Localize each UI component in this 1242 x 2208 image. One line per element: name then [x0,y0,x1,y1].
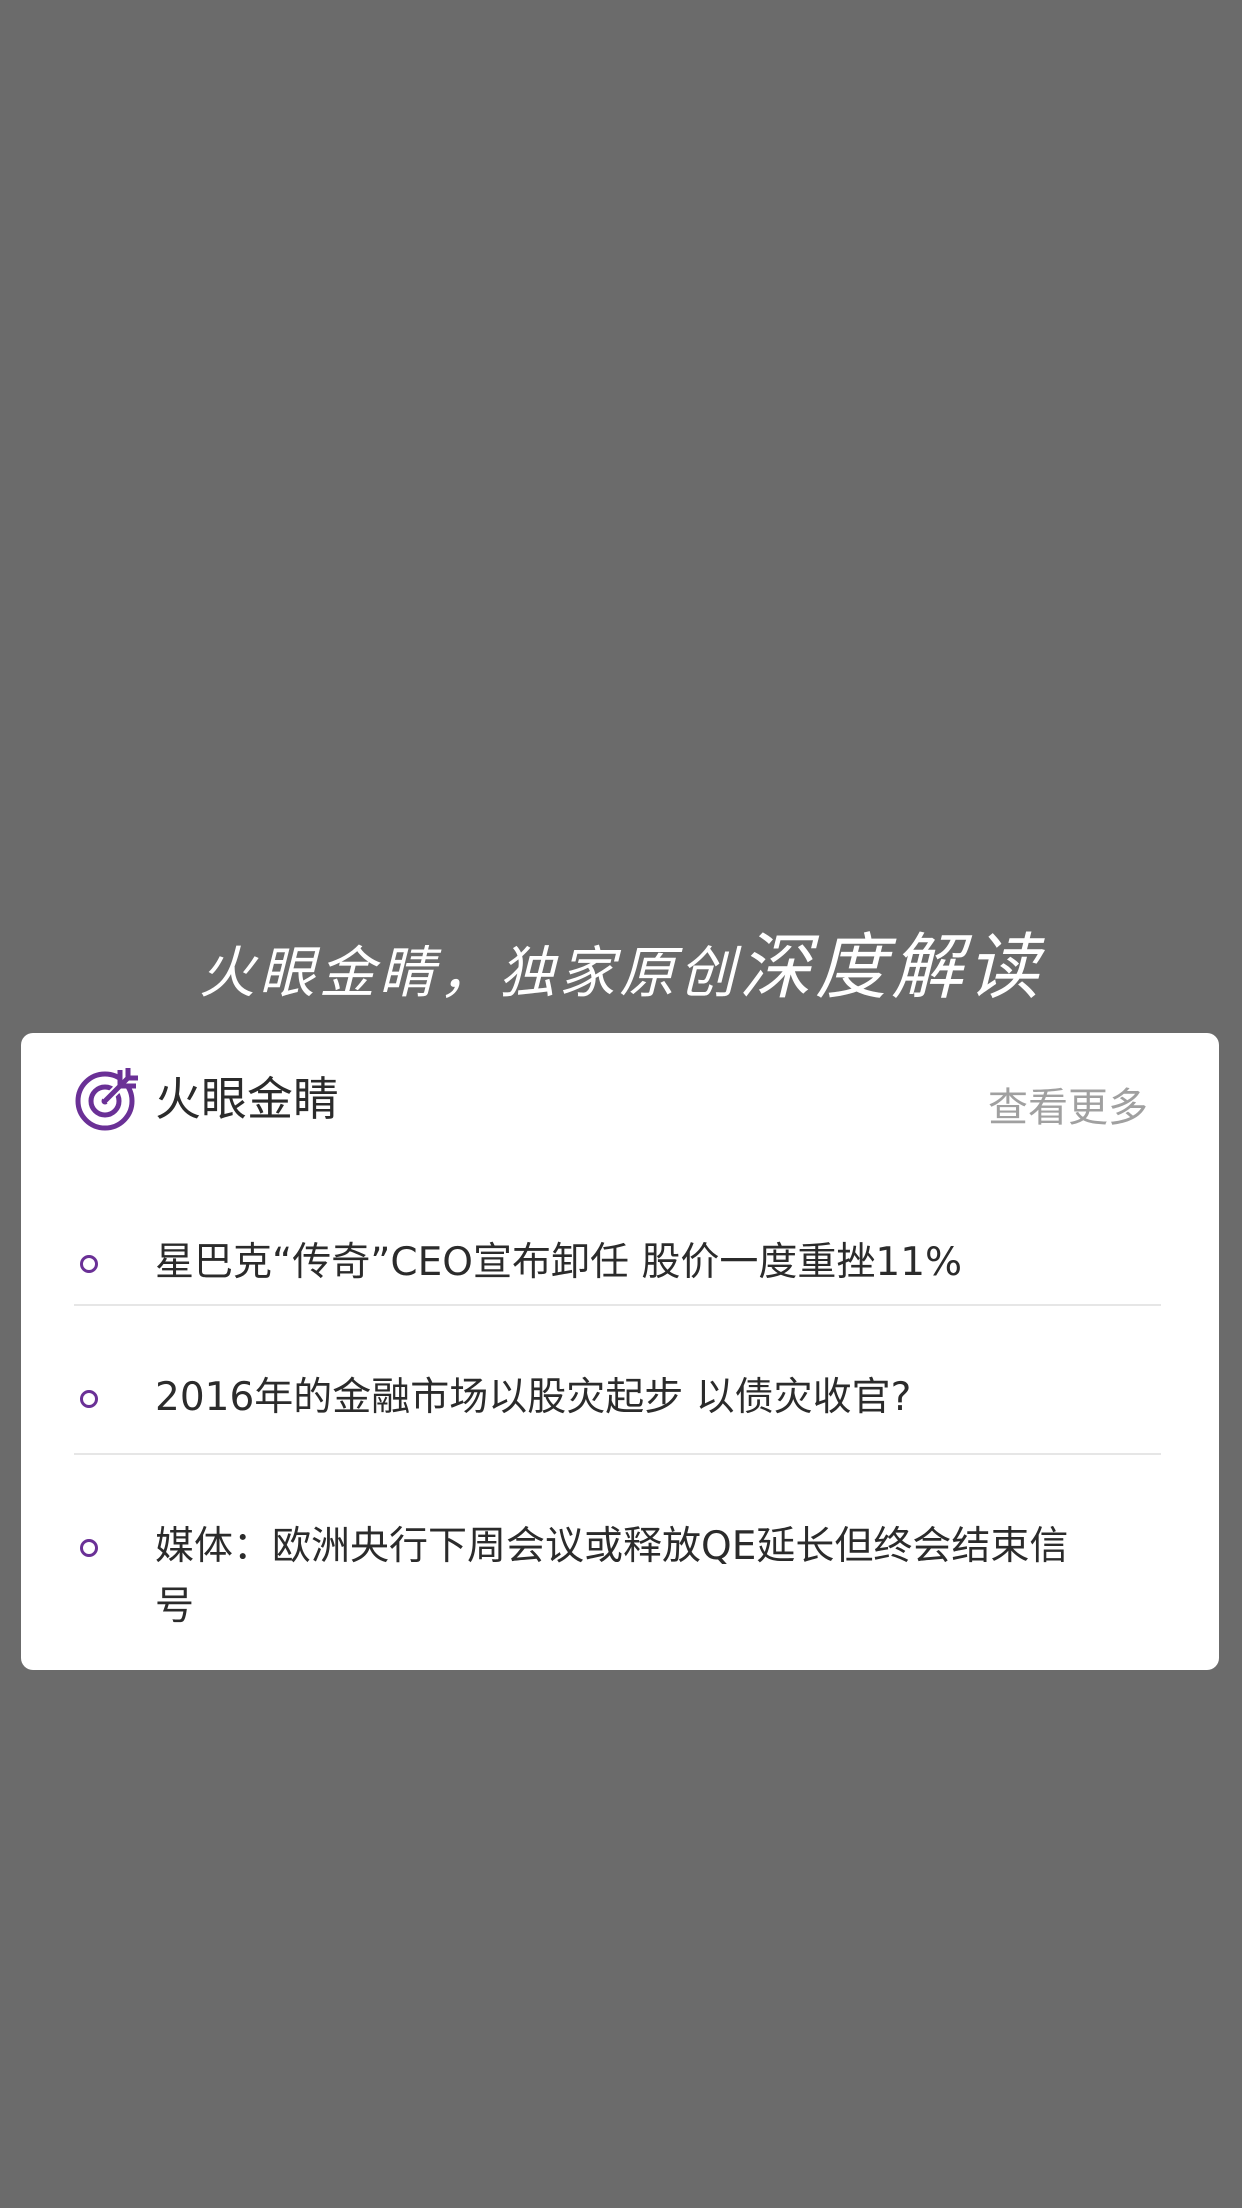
news-list: 星巴克“传奇”CEO宣布卸任 股价一度重挫11% 2016年的金融市场以股灾起步… [21,1173,1219,1670]
news-headline: 2016年的金融市场以股灾起步 以债灾收官? [155,1375,912,1420]
news-item[interactable]: 2016年的金融市场以股灾起步 以债灾收官? [21,1306,1219,1455]
news-card: 火眼金睛 查看更多 星巴克“传奇”CEO宣布卸任 股价一度重挫11% 2016年… [21,1033,1219,1670]
target-arrow-icon [75,1068,138,1131]
news-item[interactable]: 媒体：欧洲央行下周会议或释放QE延长但终会结束信号 [21,1455,1219,1670]
news-item[interactable]: 星巴克“传奇”CEO宣布卸任 股价一度重挫11% [21,1173,1219,1306]
promo-headline-part2: 深度解读 [738,925,1043,1009]
card-header: 火眼金睛 查看更多 [21,1033,1219,1173]
circle-bullet-icon [80,1255,98,1273]
card-title: 火眼金睛 [155,1072,339,1126]
circle-bullet-icon [80,1539,98,1557]
news-headline: 星巴克“传奇”CEO宣布卸任 股价一度重挫11% [155,1240,963,1285]
circle-bullet-icon [80,1390,98,1408]
view-more-link[interactable]: 查看更多 [988,1083,1148,1133]
promo-headline-part1: 火眼金睛，独家原创 [198,941,739,1006]
promo-headline: 火眼金睛，独家原创深度解读 [0,922,1242,1012]
news-headline: 媒体：欧洲央行下周会议或释放QE延长但终会结束信号 [155,1524,1069,1629]
